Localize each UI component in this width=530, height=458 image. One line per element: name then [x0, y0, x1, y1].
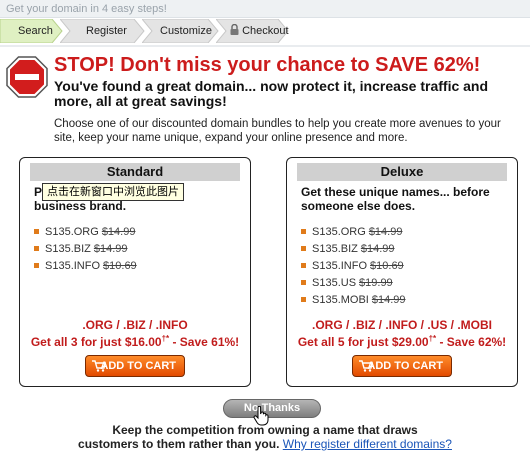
step-search-label: Search	[18, 25, 53, 37]
standard-intro-prefix: P	[34, 185, 43, 199]
list-item: S135.ORG $14.99	[34, 224, 137, 241]
step-customize-label: Customize	[160, 25, 212, 37]
bullet-icon	[34, 228, 39, 234]
deluxe-intro: Get these unique names... before someone…	[301, 185, 490, 213]
page-headline: STOP! Don't miss your chance to SAVE 62%…	[54, 54, 481, 76]
cart-icon	[92, 360, 106, 372]
bullet-icon	[301, 296, 306, 302]
step-customize: Customize	[142, 19, 220, 43]
top-banner: Get your domain in 4 easy steps!	[0, 0, 530, 18]
list-item: S135.US $19.99	[301, 275, 406, 292]
lock-icon	[230, 23, 239, 35]
bullet-icon	[301, 279, 306, 285]
standard-add-to-cart-button[interactable]: ADD TO CART	[85, 355, 185, 377]
image-tooltip: 点击在新窗口中浏览此图片	[42, 183, 184, 201]
step-register-label: Register	[86, 25, 127, 37]
deluxe-domain-list: S135.ORG $14.99 S135.BIZ $14.99 S135.INFO $…	[301, 224, 406, 309]
list-item: S135.INFO $10.69	[301, 258, 406, 275]
standard-title: Standard	[30, 163, 240, 181]
deluxe-add-to-cart-button[interactable]: ADD TO CART	[352, 355, 452, 377]
deluxe-bundle: Deluxe Get these unique names... before …	[286, 157, 518, 387]
bullet-icon	[301, 245, 306, 251]
step-checkout: Checkout	[216, 19, 290, 43]
list-item: S135.MOBI $14.99	[301, 292, 406, 309]
checkout-steps: Checkout Customize Register Search	[0, 19, 530, 43]
deluxe-deal: Get all 5 for just $29.00†* - Save 62%!	[297, 334, 507, 349]
tagline: Get your domain in 4 easy steps!	[6, 3, 167, 15]
step-register: Register	[60, 19, 146, 43]
list-item: S135.BIZ $14.99	[34, 241, 137, 258]
description: Choose one of our discounted domain bund…	[54, 118, 501, 144]
list-item: S135.INFO $10.69	[34, 258, 137, 275]
bullet-icon	[34, 262, 39, 268]
bullet-icon	[301, 262, 306, 268]
deluxe-tlds: .ORG / .BIZ / .INFO / .US / .MOBI	[311, 318, 492, 332]
list-item: S135.BIZ $14.99	[301, 241, 406, 258]
standard-domain-list: S135.ORG $14.99 S135.BIZ $14.99 S135.INFO $…	[34, 224, 137, 275]
stop-sign-icon	[6, 56, 48, 98]
standard-tlds: .ORG / .BIZ / .INFO	[82, 318, 188, 332]
bullet-icon	[301, 228, 306, 234]
sub-headline: You've found a great domain... now prote…	[54, 78, 489, 109]
footer-line-1: Keep the competition from owning a name …	[112, 423, 418, 437]
header-divider	[0, 45, 530, 47]
deluxe-title: Deluxe	[297, 163, 507, 181]
step-search: Search	[0, 19, 64, 43]
list-item: S135.ORG $14.99	[301, 224, 406, 241]
step-checkout-label: Checkout	[242, 25, 289, 37]
footer-line-2: customers to them rather than you. Why r…	[78, 437, 452, 451]
standard-intro-rest: business brand.	[34, 199, 127, 213]
standard-deal: Get all 3 for just $16.00†* - Save 61%!	[30, 334, 240, 349]
no-thanks-button[interactable]: No Thanks	[223, 399, 321, 418]
why-register-link[interactable]: Why register different domains?	[283, 437, 452, 451]
cart-icon	[359, 360, 373, 372]
bullet-icon	[34, 245, 39, 251]
